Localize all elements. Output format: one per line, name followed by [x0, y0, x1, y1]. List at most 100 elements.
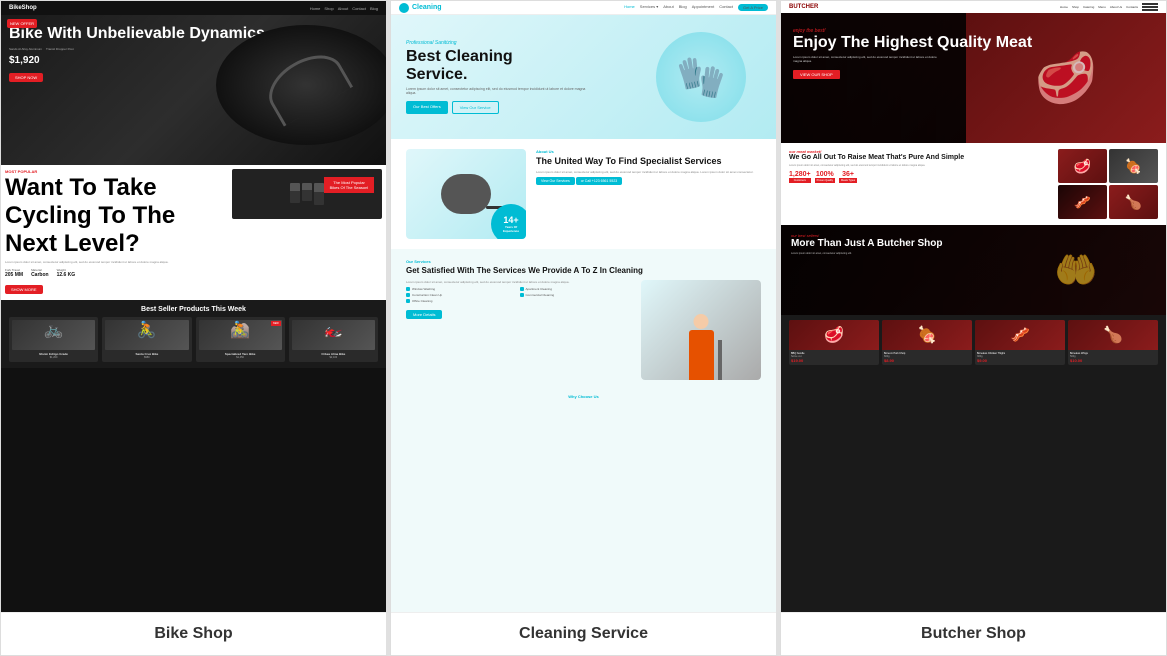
bike-nav-brand: BikeShop [9, 5, 37, 11]
butcher-preview[interactable]: BUTCHER Home Shop Catering Menu About Us… [781, 1, 1166, 612]
cleaning-services-list: Window Washing Apartment Cleaning Constr… [406, 287, 631, 303]
cleaning-about-phone: or Call +123 6561 5523 [576, 177, 623, 185]
butcher-nav-link-3[interactable]: Catering [1083, 5, 1094, 9]
butcher-nav-link-2[interactable]: Shop [1072, 5, 1079, 9]
bike-spec-col-3: Weight 12.6 KG [57, 268, 76, 278]
cleaning-about-desc: Lorem ipsum dolor sit amet, consectetur … [536, 170, 761, 174]
bike-spec-col-1: Fork Travel 205 MM [5, 268, 23, 278]
butcher-product-4-info: Boneless Wings 500g $10.00 [1068, 350, 1158, 365]
butcher-middle-desc: Lorem ipsum dolor sit amet, consectetur … [789, 164, 1050, 167]
bike-product-2[interactable]: 🚴 Santa Cruz Bike $980 [102, 317, 191, 362]
cleaning-service-5: Office Cleaning [406, 299, 518, 303]
bike-shop-preview[interactable]: BikeShop Home Shop About Contact Blog NE… [1, 1, 386, 612]
butcher-stat-2: 100% Proven Quality [815, 171, 835, 183]
butcher-middle-title: We Go All Out To Raise Meat That's Pure … [789, 154, 1050, 162]
butcher-product-4[interactable]: 🍗 Boneless Wings 500g $10.00 [1068, 320, 1158, 365]
butcher-nav-link-1[interactable]: Home [1060, 5, 1068, 9]
cleaning-label: Cleaning Service [391, 612, 776, 655]
cleaning-hero-buttons: Our Best Offers View Our Service [406, 101, 641, 114]
cleaning-hero-desc: Lorem ipsum dolor sit amet, consectetur … [406, 87, 586, 95]
bike-product-4-price: $2,100 [292, 356, 375, 359]
bike-product-1[interactable]: 🚲 Monin Edrigo Grade $1,200 [9, 317, 98, 362]
bike-product-1-price: $1,200 [12, 356, 95, 359]
cleaning-hero-left: Professional Sanitizing Best Cleaning Se… [406, 40, 641, 114]
butcher-stat-2-label: Proven Quality [815, 178, 835, 183]
butcher-product-4-price: $10.00 [1070, 358, 1156, 363]
butcher-nav: BUTCHER Home Shop Catering Menu About Us… [781, 1, 1166, 13]
cleaning-services: Our Services Get Satisfied With The Serv… [391, 249, 776, 390]
bike-nav-link-1[interactable]: Home [310, 6, 321, 11]
bike-hero-cta[interactable]: SHOP NOW [9, 73, 43, 82]
bike-popular-banner: The Most Popular Bikes Of The Season! [324, 177, 374, 193]
bike-product-3-badge: NEW [271, 321, 281, 326]
cleaning-nav-links: Home Services ▾ About Blog Appointment C… [624, 4, 768, 11]
butcher-stat-1: 1,280+ Customers [789, 171, 811, 183]
bike-middle-left: MOST POPULAR Want To Take Cycling To The… [5, 169, 232, 296]
butcher-img-2: 🍖 [1109, 149, 1158, 183]
butcher-product-3-price: $9.00 [977, 358, 1063, 363]
bike-nav-link-5[interactable]: Blog [370, 6, 378, 11]
cleaning-hero-btn-primary[interactable]: Our Best Offers [406, 101, 448, 114]
bike-product-4[interactable]: 🏍️ Orbea Alma Bike $2,100 [289, 317, 378, 362]
butcher-stat-2-num: 100% [815, 171, 835, 178]
butcher-label: Butcher Shop [781, 612, 1166, 655]
butcher-stat-1-num: 1,280+ [789, 171, 811, 178]
bike-nav-link-3[interactable]: About [338, 6, 348, 11]
worker-figure-wrapper [689, 280, 714, 380]
cleaning-nav-appointment[interactable]: Appointment [692, 4, 714, 11]
butcher-hero-cta[interactable]: VIEW OUR SHOP [793, 70, 840, 79]
butcher-card[interactable]: BUTCHER Home Shop Catering Menu About Us… [780, 0, 1167, 656]
worker-body [689, 330, 714, 380]
butcher-hands-icon: 🤲 [1054, 250, 1098, 291]
bike-hero-image [216, 25, 386, 145]
service-dot-4 [520, 293, 524, 297]
butcher-product-3-image: 🥓 [975, 320, 1065, 350]
butcher-middle-left: our meat market! We Go All Out To Raise … [789, 149, 1050, 219]
bike-section-desc: Lorem ipsum dolor sit amet, consectetur … [5, 260, 228, 264]
butcher-product-2-price: $8.90 [884, 358, 970, 363]
cleaning-more-btn[interactable]: More Details [406, 310, 442, 319]
cleaning-nav-about[interactable]: About [663, 4, 673, 11]
bike-product-3[interactable]: 🚵 NEW Specialized Taro Bike $1,450 [196, 317, 285, 362]
cleaning-years-label2: Experience [503, 229, 519, 233]
bike-nav-link-4[interactable]: Contact [352, 6, 366, 11]
butcher-menu-icon[interactable] [1142, 3, 1158, 11]
vacuum-body [441, 174, 491, 214]
butcher-stat-3: 36+ Meats Types [839, 171, 857, 183]
butcher-img-3: 🥓 [1058, 185, 1107, 219]
bike-middle-section: MOST POPULAR Want To Take Cycling To The… [1, 165, 386, 300]
cleaning-about-tag: About Us [536, 149, 761, 154]
cleaning-hero-btn-secondary[interactable]: View Our Service [452, 101, 499, 114]
butcher-product-2-image: 🍖 [882, 320, 972, 350]
bike-product-3-price: $1,450 [199, 356, 282, 359]
bike-product-4-image: 🏍️ [292, 320, 375, 350]
cleaning-nav-blog[interactable]: Blog [679, 4, 687, 11]
butcher-product-2[interactable]: 🍖 Bone-In Pork Chop 600g $8.90 [882, 320, 972, 365]
butcher-img-1: 🥩 [1058, 149, 1107, 183]
bike-show-more-btn[interactable]: SHOW MORE [5, 285, 43, 294]
butcher-nav-link-6[interactable]: Contacts [1126, 5, 1138, 9]
hamburger-line-1 [1142, 3, 1158, 5]
butcher-cta-title: More Than Just A Butcher Shop [791, 238, 1156, 250]
butcher-product-1[interactable]: 🥩 BBQ bundle Some cut $19.00 [789, 320, 879, 365]
cleaning-about-cta-btn[interactable]: View Our Services [536, 177, 575, 185]
cleaning-nav-services[interactable]: Services ▾ [640, 4, 658, 11]
bike-nav-link-2[interactable]: Shop [324, 6, 333, 11]
butcher-middle: our meat market! We Go All Out To Raise … [781, 143, 1166, 225]
butcher-product-3[interactable]: 🥓 Boneless Chicken Thighs 300g $9.00 [975, 320, 1065, 365]
butcher-nav-link-5[interactable]: About Us [1110, 5, 1122, 9]
cleaning-nav-logo: Cleaning [412, 4, 442, 11]
cleaning-nav-home[interactable]: Home [624, 4, 635, 11]
cleaning-nav-contact[interactable]: Contact [719, 4, 733, 11]
bike-handlebar-visual [259, 43, 353, 126]
bike-section-title: Want To Take Cycling To The Next Level? [5, 174, 228, 258]
cleaning-card[interactable]: Cleaning Home Services ▾ About Blog Appo… [390, 0, 780, 656]
cleaning-preview[interactable]: Cleaning Home Services ▾ About Blog Appo… [391, 1, 776, 612]
cleaning-nav-cta[interactable]: Get A Price [738, 4, 768, 11]
bike-specs-row: Fork Travel 205 MM Material Carbon Weigh… [5, 268, 228, 278]
cleaning-service-5-label: Office Cleaning [412, 299, 432, 303]
worker-mop [718, 340, 722, 380]
bike-product-3-image: 🚵 NEW [199, 320, 282, 350]
bike-shop-card[interactable]: BikeShop Home Shop About Contact Blog NE… [0, 0, 390, 656]
butcher-nav-link-4[interactable]: Menu [1098, 5, 1106, 9]
